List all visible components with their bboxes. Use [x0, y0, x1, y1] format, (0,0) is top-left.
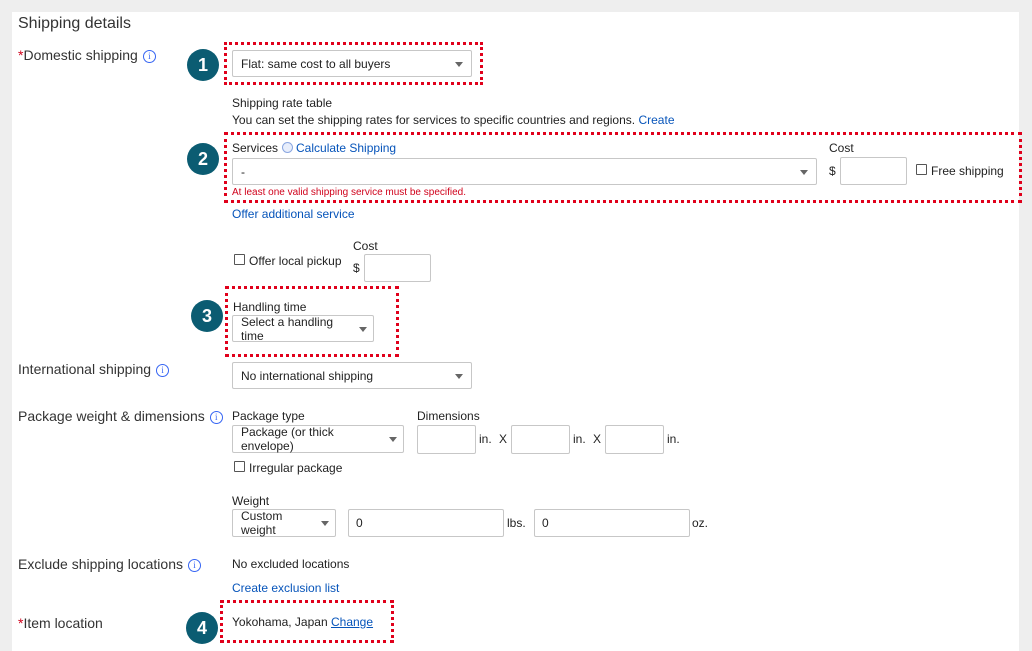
times-label: X — [593, 432, 602, 446]
package-label-text: Package weight & dimensions — [18, 408, 205, 424]
callout-4-badge: 4 — [186, 612, 218, 644]
package-label: Package weight & dimensions i — [18, 408, 223, 424]
rate-table-description: You can set the shipping rates for servi… — [232, 113, 675, 127]
section-title: Shipping details — [18, 15, 131, 32]
chevron-down-icon — [321, 521, 329, 526]
handling-time-select[interactable]: Select a handling time — [232, 314, 374, 343]
local-pickup-checkbox[interactable] — [234, 254, 245, 265]
unit-in-label: in. — [667, 432, 680, 446]
local-pickup-label: Offer local pickup — [249, 254, 342, 268]
lbs-unit-label: lbs. — [507, 516, 526, 530]
shipping-service-select[interactable]: - — [232, 158, 817, 185]
callout-2-badge: 2 — [187, 143, 219, 175]
dimension-width-input[interactable] — [511, 425, 570, 454]
handling-time-label: Handling time — [233, 300, 307, 314]
item-location-label: *Item location — [18, 615, 103, 631]
package-type-label: Package type — [232, 409, 305, 423]
oz-unit-label: oz. — [692, 516, 709, 530]
irregular-package-checkbox[interactable] — [234, 461, 245, 472]
service-error-message: At least one valid shipping service must… — [232, 187, 467, 198]
free-shipping-label: Free shipping — [931, 164, 1004, 178]
exclude-locations-text: Exclude shipping locations — [18, 556, 183, 572]
services-header: Services Calculate Shipping — [232, 141, 396, 155]
offer-additional-service-link[interactable]: Offer additional service — [232, 207, 355, 221]
international-shipping-select[interactable]: No international shipping — [232, 362, 472, 389]
calculate-shipping-link[interactable]: Calculate Shipping — [296, 141, 396, 155]
change-location-link[interactable]: Change — [331, 615, 373, 629]
international-shipping-label: International shipping i — [18, 361, 170, 377]
weight-type-select[interactable]: Custom weight — [232, 509, 336, 537]
chevron-down-icon — [389, 437, 397, 442]
rate-table-desc-text: You can set the shipping rates for servi… — [232, 113, 636, 127]
unit-in-label: in. — [573, 432, 586, 446]
package-type-select[interactable]: Package (or thick envelope) — [232, 425, 404, 453]
exclude-locations-label: Exclude shipping locations i — [18, 556, 201, 572]
callout-3-badge: 3 — [191, 300, 223, 332]
local-pickup-cost-input[interactable] — [364, 254, 431, 282]
domestic-shipping-type-value: Flat: same cost to all buyers — [241, 56, 391, 71]
free-shipping-checkbox[interactable] — [916, 164, 927, 175]
info-icon[interactable]: i — [188, 559, 201, 572]
excluded-locations-value: No excluded locations — [232, 557, 350, 571]
domestic-shipping-type-select[interactable]: Flat: same cost to all buyers — [232, 50, 472, 77]
shipping-cost-input[interactable] — [840, 157, 907, 185]
item-location-row: Yokohama, Japan Change — [232, 615, 373, 629]
callout-1-badge: 1 — [187, 49, 219, 81]
chevron-down-icon — [359, 326, 367, 332]
times-label: X — [499, 432, 508, 446]
info-icon[interactable]: i — [209, 411, 223, 424]
weight-type-value: Custom weight — [241, 509, 283, 537]
unit-in-label: in. — [479, 432, 492, 446]
weight-label: Weight — [232, 494, 270, 508]
shipping-service-value: - — [241, 164, 245, 179]
calculator-icon — [282, 142, 294, 153]
weight-lbs-input[interactable]: 0 — [348, 509, 504, 537]
info-icon[interactable]: i — [142, 50, 156, 63]
chevron-down-icon — [800, 169, 808, 175]
item-location-text: Item location — [23, 615, 103, 631]
dimensions-label: Dimensions — [417, 409, 480, 423]
local-cost-label: Cost — [353, 239, 378, 253]
package-type-value: Package (or thick envelope) — [241, 425, 334, 453]
dimension-length-input[interactable] — [417, 425, 476, 454]
weight-oz-input[interactable]: 0 — [534, 509, 690, 537]
irregular-package-label: Irregular package — [249, 461, 343, 475]
international-shipping-value: No international shipping — [241, 368, 374, 383]
cost-label: Cost — [829, 141, 854, 155]
item-location-value: Yokohama, Japan — [232, 615, 328, 629]
create-exclusion-list-link[interactable]: Create exclusion list — [232, 581, 339, 595]
local-currency-symbol: $ — [353, 261, 360, 275]
chevron-down-icon — [455, 61, 463, 67]
dimension-height-input[interactable] — [605, 425, 664, 454]
handling-time-value: Select a handling time — [241, 314, 334, 343]
chevron-down-icon — [455, 373, 463, 379]
services-label: Services — [232, 141, 279, 155]
rate-table-title: Shipping rate table — [232, 96, 333, 110]
domestic-shipping-label: *Domestic shipping i — [18, 47, 156, 63]
currency-symbol: $ — [829, 164, 836, 178]
info-icon[interactable]: i — [156, 364, 170, 377]
international-shipping-text: International shipping — [18, 361, 152, 377]
create-rate-table-link[interactable]: Create — [638, 113, 674, 127]
domestic-shipping-text: Domestic shipping — [23, 47, 138, 63]
